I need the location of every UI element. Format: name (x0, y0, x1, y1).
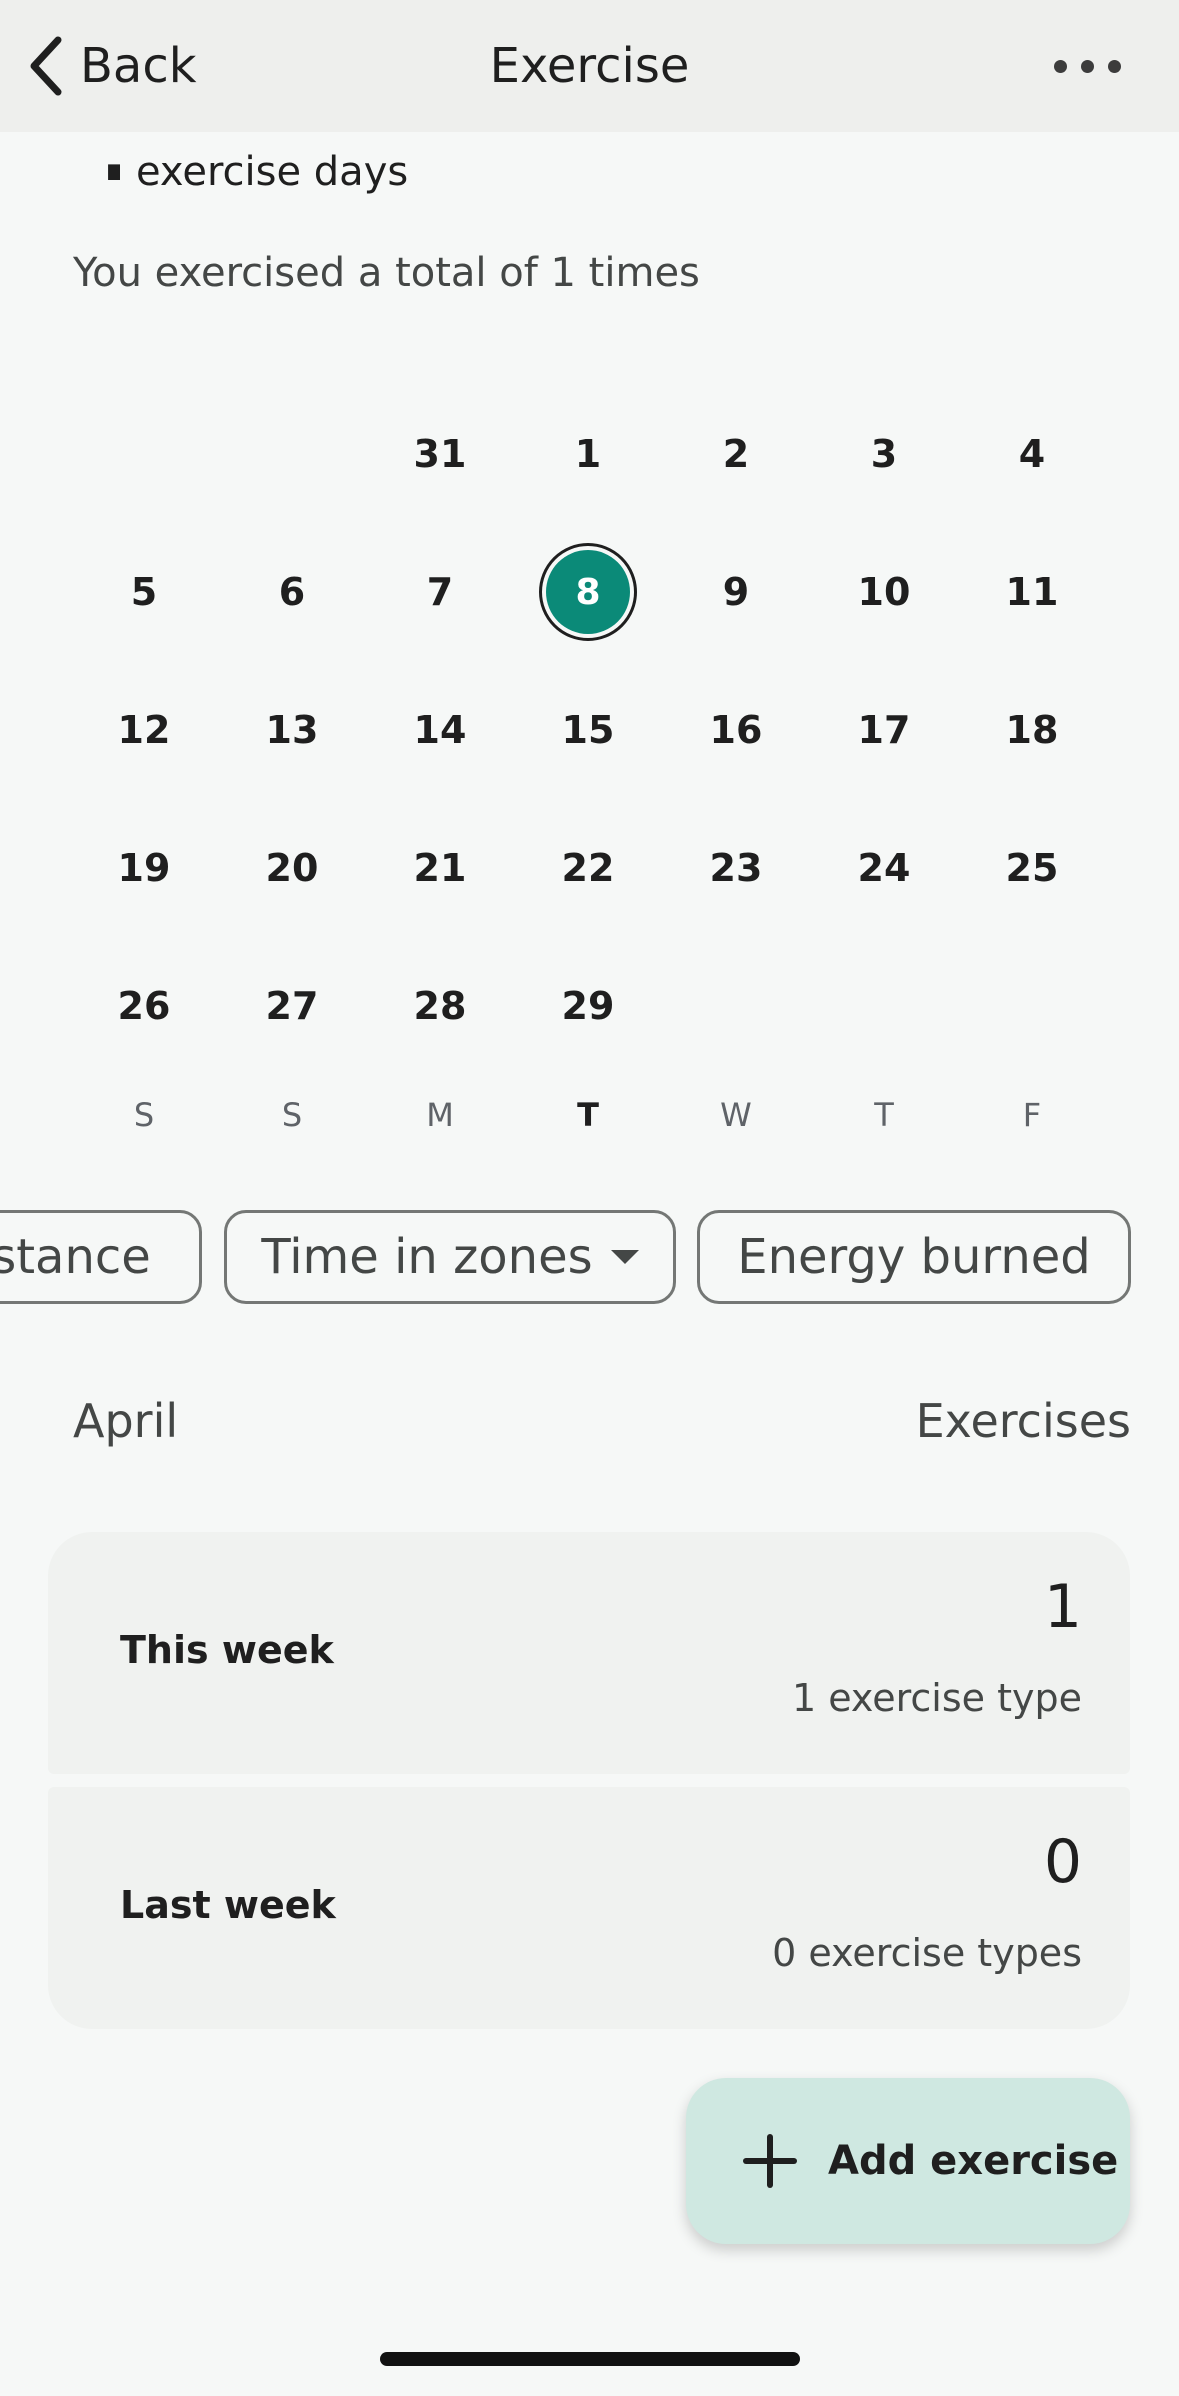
add-exercise-button[interactable]: Add exercise (686, 2078, 1130, 2244)
calendar-day[interactable]: 9 (662, 542, 810, 642)
total-times-text: You exercised a total of 1 times (73, 250, 700, 296)
calendar-day[interactable]: 17 (810, 680, 958, 780)
top-bar: Back Exercise (0, 0, 1179, 132)
card-subtext: 0 exercise types (772, 1931, 1082, 1975)
energy-burned-label: Energy burned (737, 1229, 1091, 1285)
calendar-day[interactable]: 25 (958, 818, 1106, 918)
calendar-day[interactable]: 22 (514, 818, 662, 918)
calendar-week-row: 26 27 28 29 (70, 956, 1106, 1094)
exercise-days-summary: 1 exercise days (94, 124, 408, 200)
calendar-week-row: 19 20 21 22 23 24 25 (70, 818, 1106, 956)
selected-day-number: 8 (546, 550, 630, 634)
energy-burned-chip[interactable]: Energy burned (697, 1210, 1131, 1304)
weekday-label: M (426, 1096, 454, 1134)
calendar-day[interactable]: 11 (958, 542, 1106, 642)
distance-chip[interactable]: stance (0, 1210, 202, 1304)
month-label: April (73, 1394, 179, 1448)
calendar-day[interactable]: 28 (366, 956, 514, 1056)
weekday-label: S (133, 1096, 155, 1134)
exercise-day-count: 1 (94, 124, 120, 200)
calendar-day[interactable]: 6 (218, 542, 366, 642)
card-label: This week (120, 1628, 334, 1672)
add-exercise-label: Add exercise (828, 2138, 1119, 2184)
weekday-header: SSMTWTF (70, 1096, 1128, 1156)
section-header: April Exercises (73, 1394, 1131, 1448)
calendar-day-selected[interactable]: 8 (514, 542, 662, 642)
weekday-label: S (281, 1096, 303, 1134)
page-title: Exercise (489, 38, 690, 94)
dropdown-caret-icon (610, 1250, 639, 1264)
card-value: 1 (1043, 1572, 1082, 1642)
calendar-day[interactable]: 26 (70, 956, 218, 1056)
calendar-day[interactable]: 27 (218, 956, 366, 1056)
calendar-day[interactable]: 2 (662, 404, 810, 504)
calendar-week-row: 12 13 14 15 16 17 18 (70, 680, 1106, 818)
last-week-card[interactable]: Last week 0 0 exercise types (48, 1787, 1130, 2029)
card-subtext: 1 exercise type (791, 1676, 1082, 1720)
calendar-day[interactable]: 13 (218, 680, 366, 780)
calendar-day[interactable]: 21 (366, 818, 514, 918)
weekday-label: T (577, 1096, 599, 1134)
filter-chips: stance Time in zones Energy burned (0, 1210, 1179, 1310)
calendar-day[interactable]: 24 (810, 818, 958, 918)
time-in-zones-chip[interactable]: Time in zones (224, 1210, 676, 1304)
plus-icon (743, 2134, 797, 2188)
more-options-icon[interactable] (1051, 52, 1123, 80)
card-label: Last week (120, 1883, 336, 1927)
calendar-day[interactable]: 14 (366, 680, 514, 780)
weekday-label: F (1022, 1096, 1042, 1134)
distance-chip-label: stance (0, 1229, 151, 1285)
this-week-card[interactable]: This week 1 1 exercise type (48, 1532, 1130, 1774)
calendar-day[interactable]: 4 (958, 404, 1106, 504)
calendar-day[interactable]: 15 (514, 680, 662, 780)
card-value: 0 (1043, 1827, 1082, 1897)
exercise-days-label: exercise days (136, 149, 409, 195)
calendar-day[interactable]: 19 (70, 818, 218, 918)
calendar-day[interactable]: 23 (662, 818, 810, 918)
home-indicator (380, 2352, 800, 2366)
calendar-day[interactable]: 18 (958, 680, 1106, 780)
calendar-day[interactable]: 20 (218, 818, 366, 918)
weekday-label: T (874, 1096, 894, 1134)
calendar-day[interactable]: 5 (70, 542, 218, 642)
calendar-week-row: 31 1 2 3 4 (70, 404, 1106, 542)
selected-day-ring: 8 (539, 543, 637, 641)
weekday-label: W (720, 1096, 752, 1134)
calendar-day[interactable]: 12 (70, 680, 218, 780)
calendar-day[interactable]: 7 (366, 542, 514, 642)
calendar-day[interactable]: 29 (514, 956, 662, 1056)
calendar-day[interactable]: 3 (810, 404, 958, 504)
calendar-week-row: 5 6 7 8 9 10 11 (70, 542, 1106, 680)
calendar-day[interactable]: 1 (514, 404, 662, 504)
calendar-day[interactable]: 31 (366, 404, 514, 504)
calendar-day[interactable]: 16 (662, 680, 810, 780)
time-in-zones-label: Time in zones (261, 1229, 593, 1285)
exercises-column-label: Exercises (915, 1394, 1131, 1448)
calendar-day[interactable]: 10 (810, 542, 958, 642)
